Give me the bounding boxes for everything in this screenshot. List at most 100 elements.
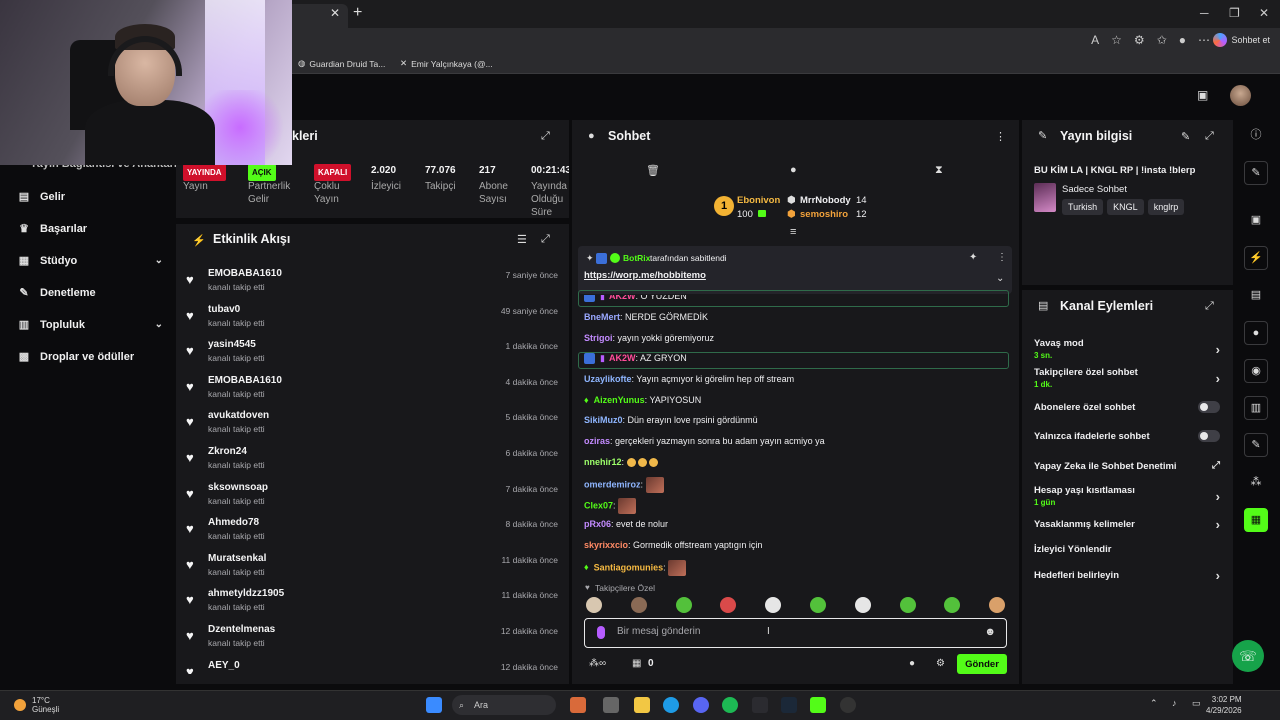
archive-icon[interactable]: ▦ <box>632 658 641 669</box>
new-tab-button[interactable]: + <box>353 4 362 22</box>
close-window-icon[interactable]: ✕ <box>1259 6 1269 20</box>
expand-leaderboard-icon[interactable]: ≡ <box>790 226 796 238</box>
chat-icon[interactable]: ● <box>1244 321 1268 345</box>
wrench-icon[interactable]: ✎ <box>1244 433 1268 457</box>
windows-start-icon[interactable] <box>426 697 442 713</box>
emote-button[interactable] <box>899 597 916 613</box>
network-icon[interactable]: ▭ <box>1192 698 1201 709</box>
bookmark-item[interactable]: ✕ Emir Yalçınkaya (@... <box>400 58 493 69</box>
event-user[interactable]: EMOBABA1610 <box>208 268 282 279</box>
tag-chip[interactable]: Turkish <box>1062 199 1104 215</box>
chat-icon[interactable]: ● <box>790 164 797 176</box>
read-aloud-icon[interactable]: A <box>1091 33 1099 47</box>
event-user[interactable]: ahmetyldzz1905 <box>208 588 284 599</box>
broadcast-icon[interactable]: ◉ <box>1244 359 1268 383</box>
event-user[interactable]: sksownsoap <box>208 482 268 493</box>
leaderboard-second-name[interactable]: MrrNobody <box>800 195 851 206</box>
avatar[interactable] <box>1230 85 1251 106</box>
emoji-icon[interactable]: ☻ <box>984 626 996 638</box>
event-user[interactable]: AEY_0 <box>208 660 240 671</box>
action-slow-mode[interactable]: Yavaş mod 3 sn. › <box>1034 338 1220 360</box>
subscribers-only-toggle[interactable] <box>1198 401 1220 413</box>
action-goals[interactable]: Hedefleri belirleyin › <box>1034 568 1220 583</box>
category-thumbnail[interactable] <box>1034 183 1056 212</box>
chevron-down-icon[interactable]: ⌄ <box>996 273 1004 284</box>
chat-username[interactable]: pRx06 <box>584 519 611 529</box>
microphone-icon[interactable]: ♪ <box>1172 698 1177 708</box>
chat-bubble-icon[interactable]: ● <box>909 658 915 669</box>
event-user[interactable]: avukatdoven <box>208 410 269 421</box>
send-button[interactable]: Gönder <box>957 654 1007 674</box>
app-icon[interactable] <box>840 697 856 713</box>
sidebar-item-topluluk[interactable]: ▥ Topluluk ⌄ <box>18 318 163 332</box>
emote-button[interactable] <box>854 597 871 613</box>
sidebar-item-basarilar[interactable]: ♛ Başarılar <box>18 222 163 236</box>
weather-widget[interactable]: 17°C Güneşli <box>14 696 59 714</box>
steam-icon[interactable] <box>781 697 797 713</box>
tag-chip[interactable]: KNGL <box>1107 199 1144 215</box>
taskbar-search[interactable]: ⌕ Ara <box>452 695 556 715</box>
emote-button[interactable] <box>586 597 602 613</box>
pinned-by-user[interactable]: BotRix <box>623 253 650 263</box>
sidebar-item-droplar[interactable]: ▩ Droplar ve ödüller <box>18 350 163 364</box>
lightning-icon[interactable]: ⚡ <box>1244 246 1268 270</box>
emote-button[interactable] <box>675 597 692 613</box>
chat-username[interactable]: Santiagomunies <box>594 562 664 572</box>
chat-input[interactable] <box>617 626 957 637</box>
more-icon[interactable]: ⋯ <box>1198 33 1210 47</box>
emotes-only-toggle[interactable] <box>1198 430 1220 442</box>
popout-icon[interactable]: ⤢ <box>1205 130 1214 143</box>
event-user[interactable]: yasin4545 <box>208 339 256 350</box>
event-user[interactable]: Ahmedo78 <box>208 517 259 528</box>
chat-input-box[interactable]: ☻ <box>584 618 1007 648</box>
popout-icon[interactable]: ⤢ <box>541 233 550 246</box>
share-icon[interactable]: ⁂ <box>1244 471 1268 495</box>
dashboard-icon[interactable]: ▣ <box>1197 88 1211 102</box>
maximize-icon[interactable]: ❐ <box>1229 6 1240 20</box>
copilot-button[interactable]: Sohbet et <box>1213 33 1270 47</box>
popout-icon[interactable]: ⤢ <box>541 130 550 143</box>
chat-username[interactable]: Uzaylikofte <box>584 374 632 384</box>
close-tab-icon[interactable]: ✕ <box>330 6 340 20</box>
leaderboard-third-name[interactable]: semoshiro <box>800 209 848 220</box>
event-user[interactable]: EMOBABA1610 <box>208 375 282 386</box>
popout-icon[interactable]: ⤢ <box>1205 300 1214 313</box>
points-icon[interactable]: ⁂∞ <box>589 658 606 669</box>
support-icon[interactable]: ☏ <box>1232 640 1264 672</box>
edge-icon[interactable] <box>663 697 679 713</box>
favorite-star-icon[interactable]: ☆ <box>1111 33 1122 47</box>
sidebar-item-denetleme[interactable]: ✎ Denetleme <box>18 286 163 300</box>
task-view-icon[interactable] <box>603 697 619 713</box>
file-explorer-icon[interactable] <box>634 697 650 713</box>
edit-icon[interactable]: ✎ <box>1244 161 1268 185</box>
taskbar-clock[interactable]: 3:02 PM 4/29/2026 <box>1206 694 1242 716</box>
gear-icon[interactable]: ⚙ <box>936 658 945 669</box>
profile-icon[interactable]: ● <box>1179 33 1186 47</box>
event-user[interactable]: Muratsenkal <box>208 553 266 564</box>
leaderboard-top-name[interactable]: Ebonivon <box>737 195 780 206</box>
chat-username[interactable]: Clex07 <box>584 500 613 510</box>
bookmark-item[interactable]: ◍ Guardian Druid Ta... <box>298 58 385 69</box>
info-icon[interactable]: ⓘ <box>1244 124 1268 148</box>
minimize-icon[interactable]: ─ <box>1200 6 1209 20</box>
more-vertical-icon[interactable]: ⋮ <box>995 130 1006 143</box>
document-icon[interactable]: ▤ <box>1244 284 1268 308</box>
action-account-age[interactable]: Hesap yaşı kısıtlaması 1 gün › <box>1034 485 1220 507</box>
studio-icon[interactable]: ▦ <box>1244 508 1268 532</box>
screen-icon[interactable]: ▣ <box>1244 209 1268 233</box>
emote-button[interactable] <box>810 597 826 613</box>
chat-username[interactable]: AizenYunus <box>594 395 645 405</box>
chat-username[interactable]: nnehir12 <box>584 457 622 467</box>
kick-icon[interactable] <box>810 697 826 713</box>
chat-username[interactable]: SikiMuz0 <box>584 415 623 425</box>
spotify-icon[interactable] <box>722 697 738 713</box>
chat-username[interactable]: Strigoi <box>584 333 613 343</box>
action-followers-only[interactable]: Takipçilere özel sohbet 1 dk. › <box>1034 367 1220 389</box>
emote-button[interactable] <box>630 597 647 613</box>
tag-chip[interactable]: knglrp <box>1147 199 1185 215</box>
sidebar-item-studyo[interactable]: ▦ Stüdyo ⌄ <box>18 254 163 268</box>
edit-icon[interactable]: ✎ <box>1181 130 1190 143</box>
action-subscribers-only[interactable]: Abonelere özel sohbet <box>1034 401 1220 413</box>
extensions-icon[interactable]: ⚙ <box>1134 33 1145 47</box>
favorites-icon[interactable]: ✩ <box>1157 33 1167 47</box>
